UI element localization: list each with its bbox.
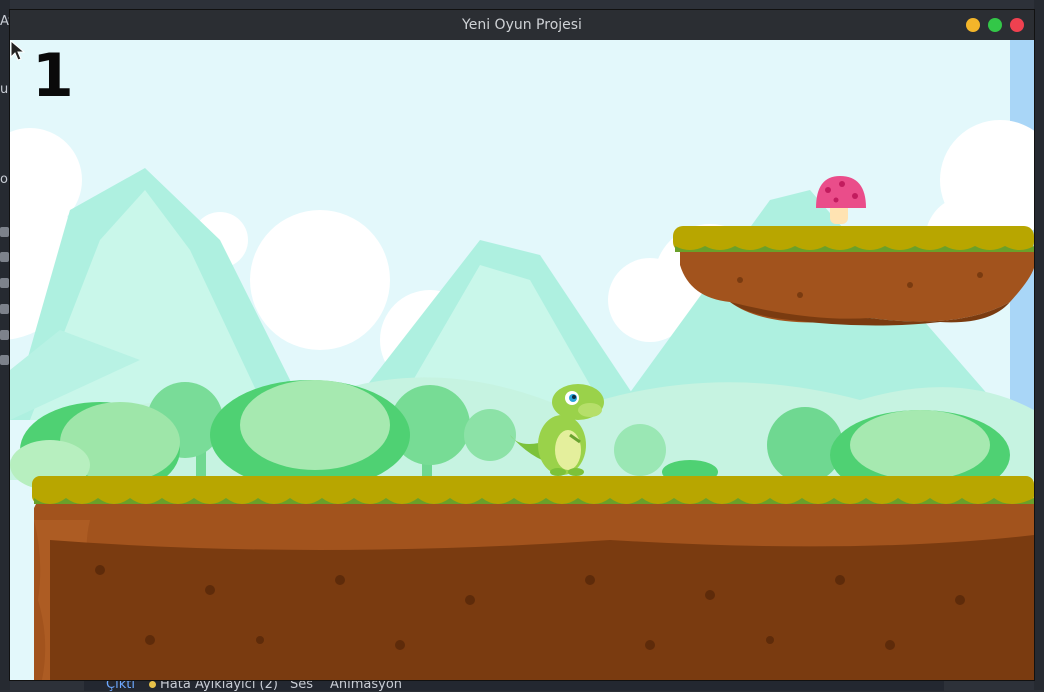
editor-fragment-left: u — [0, 82, 9, 97]
file-icon[interactable] — [0, 304, 9, 314]
warning-dot-icon — [149, 681, 156, 688]
game-viewport[interactable]: 1 — [10, 40, 1034, 680]
window-titlebar[interactable]: Yeni Oyun Projesi — [10, 10, 1034, 41]
file-icon[interactable] — [0, 227, 9, 237]
file-icon[interactable] — [0, 330, 9, 340]
score-counter: 1 — [32, 41, 74, 111]
window-title: Yeni Oyun Projesi — [462, 17, 582, 33]
editor-left-panel — [0, 0, 10, 690]
maximize-button[interactable] — [988, 18, 1002, 32]
file-icon[interactable] — [0, 278, 9, 288]
ground — [32, 476, 1034, 680]
minimize-button[interactable] — [966, 18, 980, 32]
mouse-cursor-icon — [10, 40, 26, 61]
file-icon[interactable] — [0, 355, 9, 365]
game-window: Yeni Oyun Projesi 1 — [10, 10, 1034, 680]
game-scene — [10, 40, 1034, 680]
editor-right-panel — [1034, 0, 1044, 690]
file-icon[interactable] — [0, 252, 9, 262]
close-button[interactable] — [1010, 18, 1024, 32]
